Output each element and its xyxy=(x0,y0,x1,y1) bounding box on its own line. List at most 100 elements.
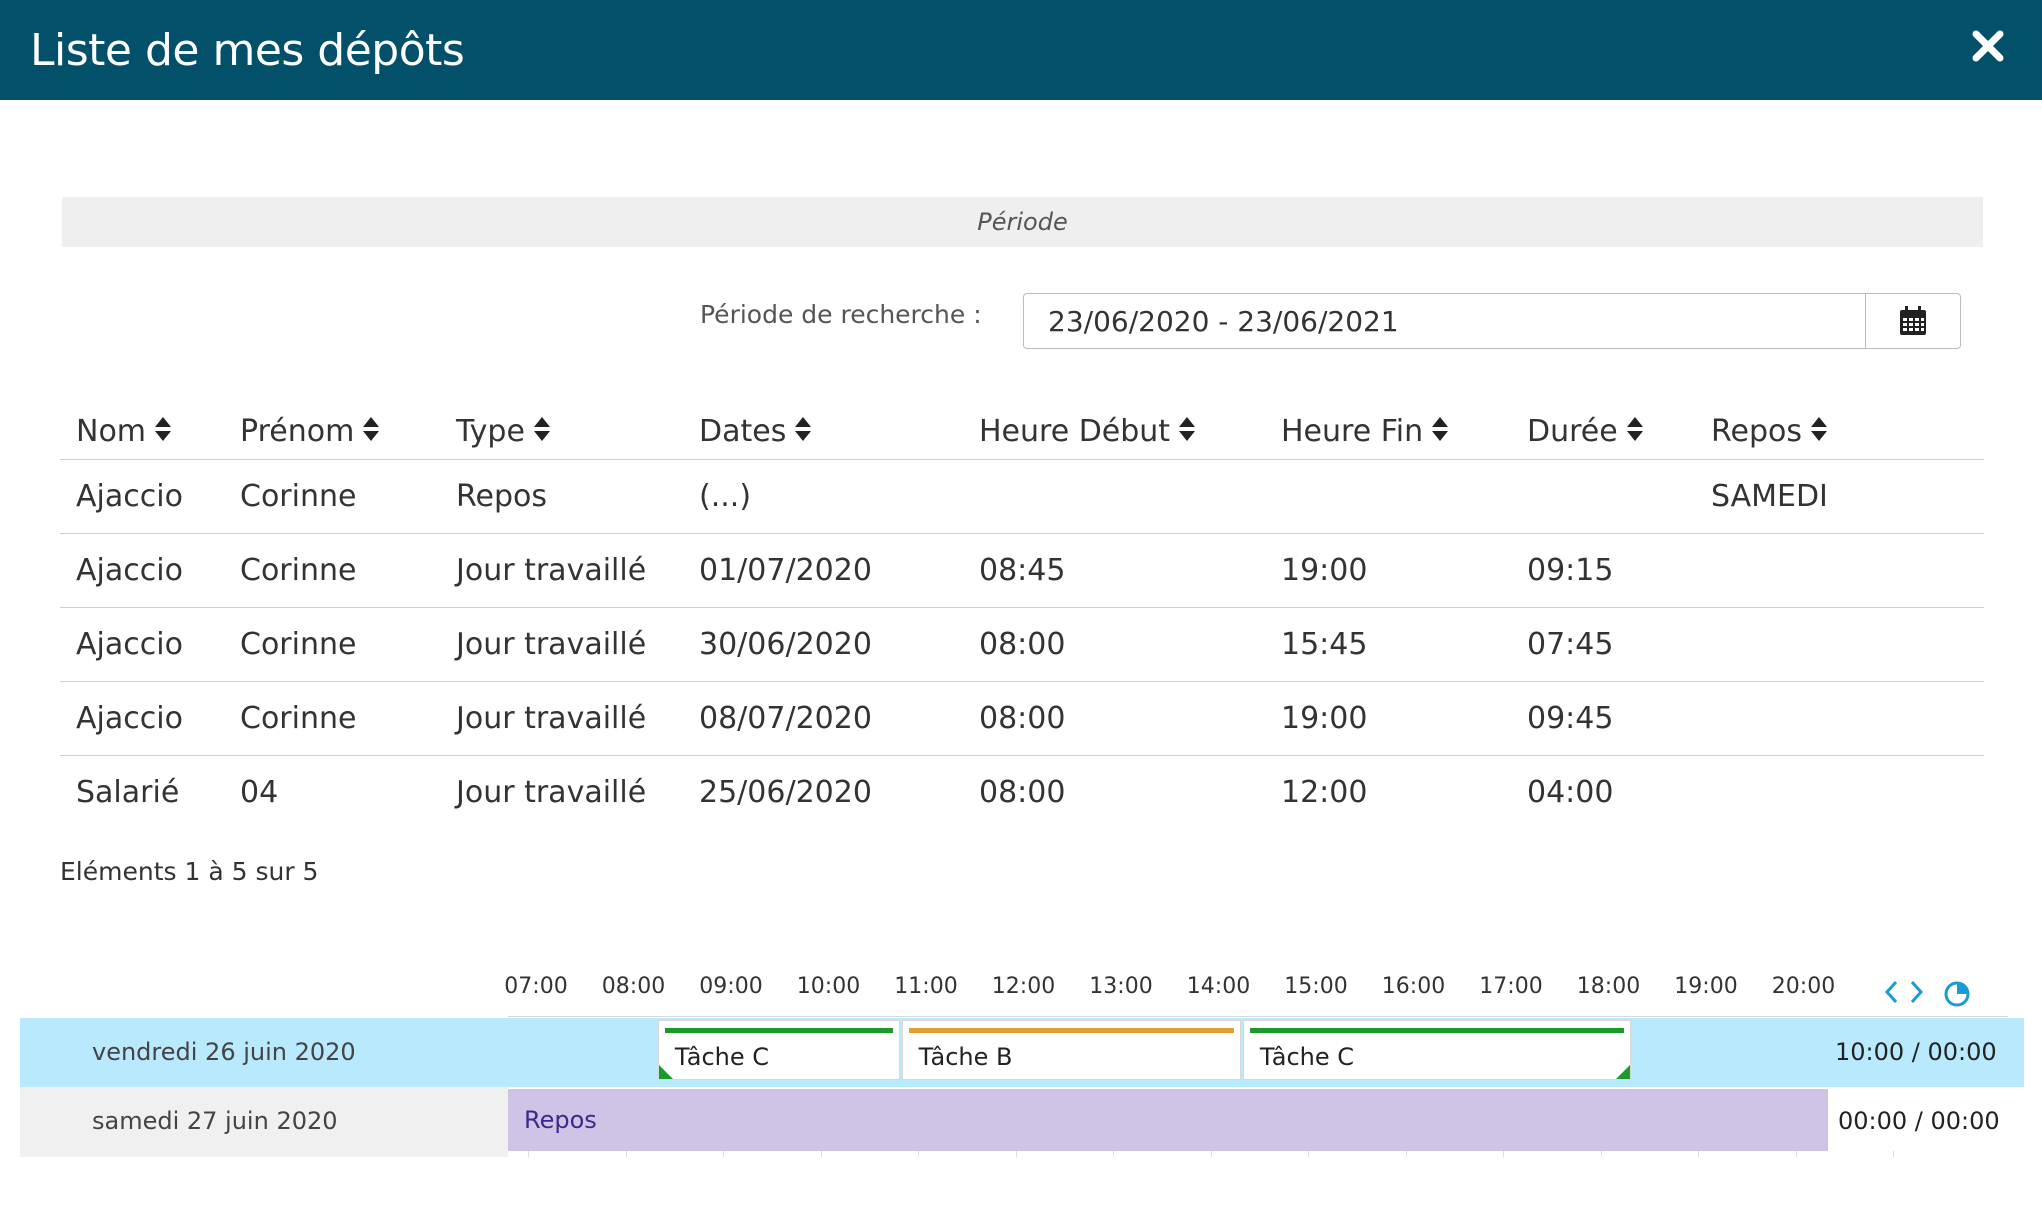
timeline-tick xyxy=(1308,1151,1309,1157)
table-cell: Jour travaillé xyxy=(440,607,683,682)
table-cell: Corinne xyxy=(224,533,440,608)
column-header[interactable]: Repos xyxy=(1695,405,1984,460)
timeline-tick xyxy=(820,1151,822,1157)
row-total: 10:00 / 00:00 xyxy=(1835,1038,1997,1066)
table-cell: Jour travaillé xyxy=(440,681,683,756)
hour-label: 09:00 xyxy=(699,974,763,999)
table-cell: 15:45 xyxy=(1265,607,1511,682)
timeline-tick xyxy=(1600,1151,1602,1157)
resize-handle-icon[interactable] xyxy=(1615,1065,1630,1079)
timeline-hours: 07:00 08:00 09:00 10:00 11:00 12:00 13:00 14:00… xyxy=(504,974,1868,1008)
hour-label: 19:00 xyxy=(1674,974,1738,999)
timeline-tick xyxy=(1210,1151,1212,1157)
task-label: Tâche C xyxy=(674,1043,769,1071)
timeline-tick xyxy=(1405,1151,1407,1157)
sort-icon[interactable] xyxy=(1810,415,1828,450)
sort-icon[interactable] xyxy=(362,415,380,450)
sort-icon[interactable] xyxy=(794,415,812,450)
column-header[interactable]: Type xyxy=(440,405,683,460)
task-color-bar xyxy=(908,1028,1234,1033)
table-cell xyxy=(1695,607,1984,682)
sort-icon[interactable] xyxy=(154,415,172,450)
table-cell: SAMEDI xyxy=(1695,459,1984,534)
depots-table: Nom Prénom Type Dates Heure Début Heure Fin Du… xyxy=(60,405,1984,829)
task-block[interactable]: Tâche B xyxy=(901,1020,1241,1080)
close-icon[interactable] xyxy=(1968,26,2008,66)
table-cell: Corinne xyxy=(224,459,440,534)
repos-block[interactable]: Repos xyxy=(508,1089,1828,1151)
timeline-prev-button[interactable] xyxy=(1882,978,1900,1010)
table-cell: 19:00 xyxy=(1265,533,1511,608)
table-cell: Ajaccio xyxy=(60,533,224,608)
timeline-tick xyxy=(1893,1151,1894,1157)
search-period-input[interactable] xyxy=(1023,293,1865,349)
sort-icon[interactable] xyxy=(533,415,551,450)
timeline-tick xyxy=(1503,1151,1504,1157)
hour-label: 11:00 xyxy=(894,974,958,999)
hour-label: 14:00 xyxy=(1186,974,1251,999)
table-cell: 09:45 xyxy=(1511,681,1695,756)
table-cell: 08:45 xyxy=(963,533,1265,608)
column-header-label: Dates xyxy=(699,414,787,449)
hour-label: 12:00 xyxy=(991,974,1056,999)
table-cell xyxy=(1695,756,1984,830)
hour-label: 18:00 xyxy=(1576,974,1641,999)
calendar-button[interactable] xyxy=(1865,293,1961,349)
table-cell: Jour travaillé xyxy=(440,533,683,608)
column-header[interactable]: Heure Fin xyxy=(1265,405,1511,460)
table-cell: 19:00 xyxy=(1265,681,1511,756)
table-row[interactable]: Salarié 04 Jour travaillé 25/06/2020 08:00 12… xyxy=(60,756,1984,830)
hour-label: 08:00 xyxy=(601,974,666,999)
timeline-tick xyxy=(723,1151,724,1157)
table-cell xyxy=(1265,459,1511,534)
column-header[interactable]: Durée xyxy=(1511,405,1695,460)
calendar-icon xyxy=(1900,306,1926,335)
table-cell: 08:00 xyxy=(979,775,1066,810)
table-row[interactable]: Ajaccio Corinne Jour travaillé 30/06/2020 08… xyxy=(60,607,1984,682)
search-period-label: Période de recherche : xyxy=(700,300,982,329)
chevron-right-icon xyxy=(1910,980,1924,1004)
column-header[interactable]: Nom xyxy=(60,405,224,460)
table-cell xyxy=(1511,459,1695,534)
column-header-label: Heure Fin xyxy=(1281,414,1424,449)
table-row[interactable]: Ajaccio Corinne Repos (...) SAMEDI xyxy=(60,459,1984,534)
table-cell: Repos xyxy=(440,459,683,534)
timeline-tick xyxy=(1698,1151,1699,1157)
periode-section-label: Période xyxy=(62,197,1983,247)
table-cell: Ajaccio xyxy=(60,681,224,756)
column-header-label: Prénom xyxy=(240,414,355,449)
hour-label: 16:00 xyxy=(1381,974,1446,999)
timeline-tick xyxy=(918,1151,919,1157)
task-block[interactable]: Tâche C xyxy=(1242,1020,1631,1080)
row-total: 00:00 / 00:00 xyxy=(1838,1107,2000,1135)
timeline-tick xyxy=(625,1151,627,1157)
column-header[interactable]: Heure Début xyxy=(963,405,1265,460)
table-cell: 08/07/2020 xyxy=(683,681,963,756)
table-cell: Ajaccio xyxy=(60,607,224,682)
timeline-top-line xyxy=(508,1016,2008,1017)
column-header[interactable]: Prénom xyxy=(224,405,440,460)
hour-label: 13:00 xyxy=(1089,974,1153,999)
table-cell: Jour travaillé xyxy=(456,775,647,810)
task-label: Tâche B xyxy=(918,1043,1013,1071)
table-cell: 08:00 xyxy=(963,607,1265,682)
table-row[interactable]: Ajaccio Corinne Jour travaillé 01/07/2020 08… xyxy=(60,533,1984,608)
table-row[interactable]: Ajaccio Corinne Jour travaillé 08/07/2020 08… xyxy=(60,681,1984,756)
sort-icon[interactable] xyxy=(1431,415,1449,450)
sort-icon[interactable] xyxy=(1626,415,1644,450)
hour-label: 15:00 xyxy=(1284,974,1348,999)
column-header-label: Nom xyxy=(76,414,147,449)
task-block[interactable]: Tâche C xyxy=(657,1020,900,1080)
table-info: Eléments 1 à 5 sur 5 xyxy=(60,857,319,886)
timeline-now-button[interactable] xyxy=(1942,979,1972,1013)
table-cell: 07:45 xyxy=(1511,607,1695,682)
table-cell: 09:15 xyxy=(1511,533,1695,608)
sort-icon[interactable] xyxy=(1178,415,1196,450)
column-header[interactable]: Dates xyxy=(683,405,963,460)
timeline-next-button[interactable] xyxy=(1908,978,1926,1010)
timeline-tick xyxy=(528,1151,529,1157)
table-cell: 30/06/2020 xyxy=(683,607,963,682)
task-color-bar xyxy=(664,1028,893,1033)
hour-label: 17:00 xyxy=(1479,974,1543,999)
resize-handle-icon[interactable] xyxy=(658,1065,673,1079)
